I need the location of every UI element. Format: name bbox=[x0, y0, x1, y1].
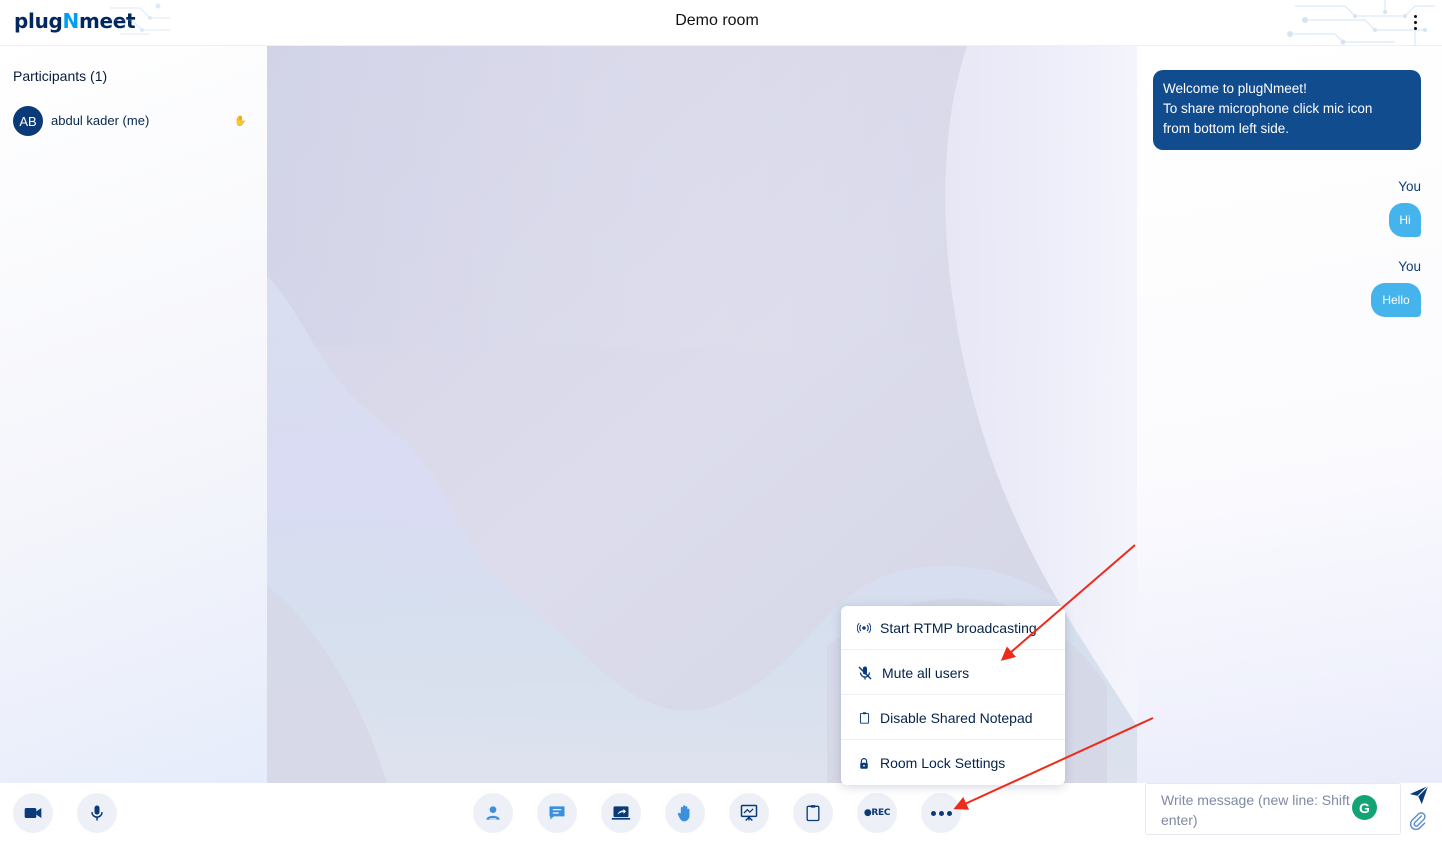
raise-hand-button[interactable] bbox=[665, 793, 705, 833]
recording-icon: ●REC bbox=[863, 808, 891, 818]
send-icon[interactable] bbox=[1407, 784, 1431, 806]
participant-name: abdul kader (me) bbox=[51, 113, 150, 128]
chat-icon bbox=[549, 806, 565, 820]
attachment-icon[interactable] bbox=[1408, 809, 1428, 833]
menu-item-label: Disable Shared Notepad bbox=[880, 709, 1033, 726]
participants-title: Participants (1) bbox=[13, 68, 108, 84]
grammarly-icon[interactable]: G bbox=[1352, 795, 1377, 820]
message-author: You bbox=[1398, 259, 1421, 274]
more-options-icon bbox=[930, 810, 952, 816]
menu-item-room-lock[interactable]: Room Lock Settings bbox=[841, 741, 1065, 785]
header-bar: plugNmeet Demo room bbox=[0, 0, 1442, 46]
chat-panel: Welcome to plugNmeet! To share microphon… bbox=[1137, 46, 1442, 783]
more-options-button[interactable] bbox=[921, 793, 961, 833]
raised-hand-icon: ✋ bbox=[234, 116, 247, 127]
menu-item-mute-all[interactable]: Mute all users bbox=[841, 651, 1065, 695]
welcome-line: from bottom left side. bbox=[1163, 121, 1290, 136]
menu-item-label: Mute all users bbox=[882, 664, 970, 681]
lock-icon bbox=[856, 755, 872, 771]
microphone-icon bbox=[91, 805, 103, 821]
whiteboard-icon bbox=[740, 804, 758, 821]
participants-panel: Participants (1) AB abdul kader (me) ✋ bbox=[0, 46, 267, 783]
raise-hand-icon bbox=[677, 805, 690, 822]
share-screen-button[interactable] bbox=[601, 793, 641, 833]
menu-item-disable-notepad[interactable]: Disable Shared Notepad bbox=[841, 696, 1065, 740]
broadcast-icon bbox=[856, 620, 872, 636]
menu-item-label: Start RTMP broadcasting bbox=[880, 619, 1037, 636]
message-bubble: Hello bbox=[1371, 283, 1421, 317]
menu-item-label: Room Lock Settings bbox=[880, 755, 1006, 771]
welcome-line: Welcome to plugNmeet! bbox=[1163, 81, 1307, 96]
clipboard-icon bbox=[856, 710, 872, 726]
more-options-menu: Start RTMP broadcasting Mute all users D… bbox=[841, 606, 1065, 785]
welcome-line: To share microphone click mic icon bbox=[1163, 101, 1373, 116]
microphone-button[interactable] bbox=[77, 793, 117, 833]
whiteboard-button[interactable] bbox=[729, 793, 769, 833]
header-menu-button[interactable] bbox=[1405, 10, 1425, 34]
message-bubble: Hi bbox=[1389, 203, 1421, 237]
recording-button[interactable]: ●REC bbox=[857, 793, 897, 833]
bottom-toolbar: ●REC G bbox=[0, 783, 1442, 845]
message-author: You bbox=[1398, 179, 1421, 194]
notepad-icon bbox=[806, 805, 820, 822]
mic-off-icon bbox=[857, 665, 873, 681]
participants-icon bbox=[486, 806, 500, 820]
share-screen-icon bbox=[611, 806, 631, 820]
participant-item[interactable]: AB abdul kader (me) ✋ bbox=[13, 106, 253, 136]
room-title: Demo room bbox=[675, 12, 759, 29]
chat-button[interactable] bbox=[537, 793, 577, 833]
camera-icon bbox=[24, 808, 42, 818]
avatar: AB bbox=[13, 106, 43, 136]
camera-button[interactable] bbox=[13, 793, 53, 833]
participants-button[interactable] bbox=[473, 793, 513, 833]
welcome-message: Welcome to plugNmeet! To share microphon… bbox=[1153, 70, 1421, 150]
menu-item-start-rtmp[interactable]: Start RTMP broadcasting bbox=[841, 606, 1065, 650]
shared-notepad-button[interactable] bbox=[793, 793, 833, 833]
